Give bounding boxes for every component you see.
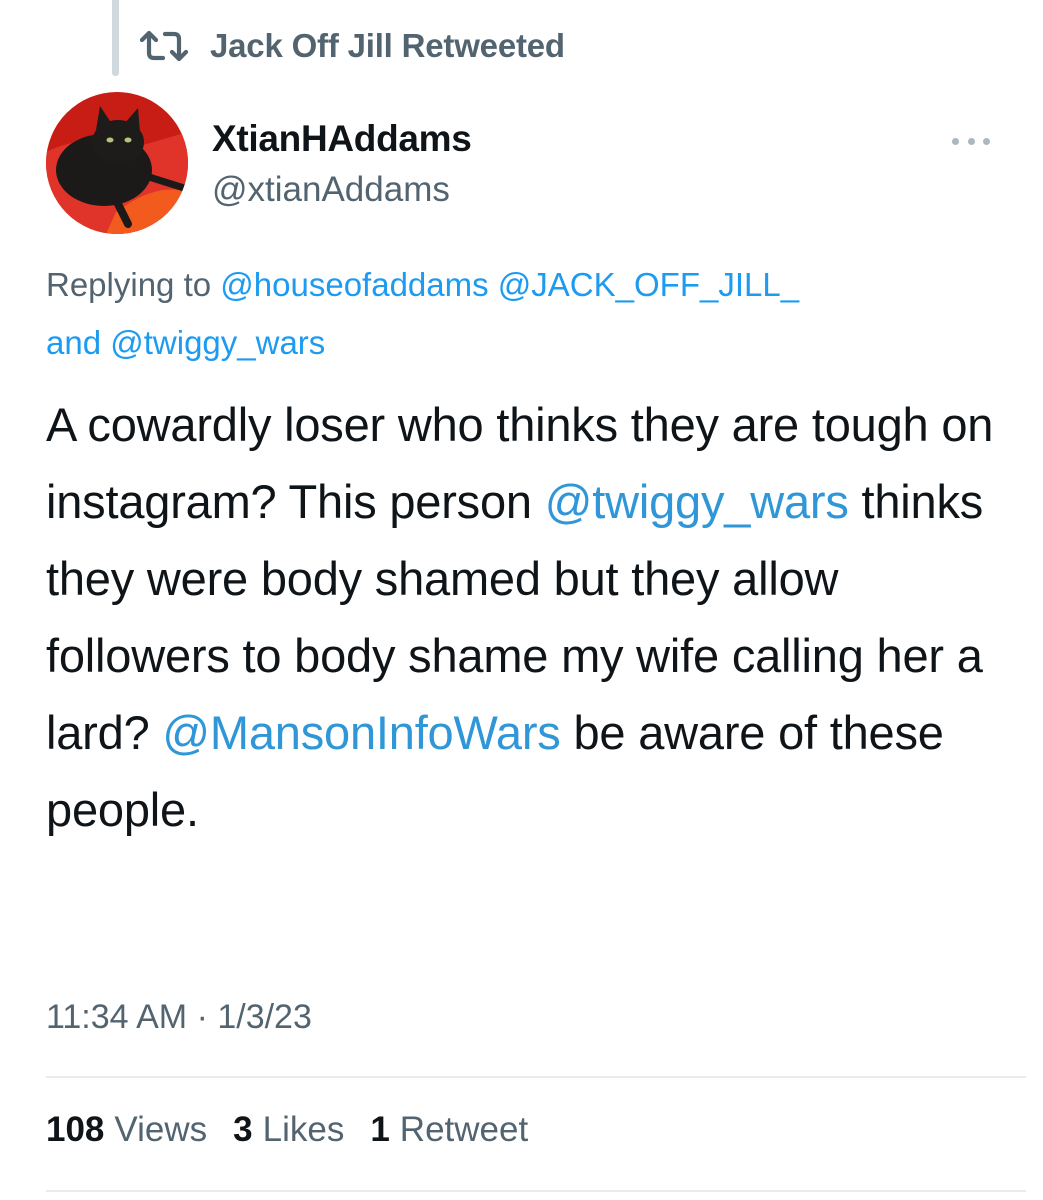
likes-label: Likes	[262, 1110, 345, 1149]
retweets-stat[interactable]: 1 Retweet	[370, 1110, 528, 1150]
thread-connector-line	[112, 0, 119, 76]
reply-and-label: and	[46, 324, 102, 361]
author-display-name[interactable]: XtianHAddams	[212, 118, 472, 160]
views-stat[interactable]: 108 Views	[46, 1110, 207, 1150]
tweet-timestamp[interactable]: 11:34 AM · 1/3/23	[46, 998, 312, 1037]
tweet-stats: 108 Views 3 Likes 1 Retweet	[46, 1110, 554, 1150]
likes-stat[interactable]: 3 Likes	[233, 1110, 344, 1150]
retweets-label: Retweet	[399, 1110, 529, 1149]
mention-houseofaddams[interactable]: @houseofaddams	[220, 266, 488, 303]
avatar[interactable]	[46, 92, 188, 234]
views-label: Views	[114, 1110, 208, 1149]
dot	[952, 137, 959, 145]
views-count: 108	[46, 1110, 105, 1149]
replying-to-label: Replying to	[46, 266, 212, 303]
divider	[46, 1076, 1026, 1078]
mention-jack-off-jill[interactable]: @JACK_OFF_JILL_	[498, 266, 799, 303]
tweet-text: A cowardly loser who thinks they are tou…	[46, 386, 1016, 848]
retweet-icon	[139, 30, 189, 62]
tweet-text-part-1: A cowardly loser who thinks they are tou…	[46, 398, 994, 528]
reply-context: Replying to @houseofaddams @JACK_OFF_JIL…	[46, 256, 1006, 372]
retweeted-by-label: Jack Off Jill Retweeted	[210, 27, 565, 64]
more-options-icon[interactable]	[948, 126, 994, 156]
retweet-header[interactable]: Jack Off Jill Retweeted	[138, 22, 565, 70]
black-cat-avatar	[46, 92, 188, 234]
retweets-count: 1	[370, 1110, 390, 1149]
tweet-mention-mansoninfowars[interactable]: @MansonInfoWars	[162, 706, 560, 759]
author-handle[interactable]: @xtianAddams	[212, 170, 450, 210]
mention-twiggy-wars[interactable]: @twiggy_wars	[110, 324, 325, 361]
dot	[983, 137, 990, 145]
dot	[967, 137, 975, 145]
tweet-mention-twiggy-wars[interactable]: @twiggy_wars	[545, 475, 849, 528]
divider	[46, 1190, 1026, 1192]
likes-count: 3	[233, 1110, 253, 1149]
